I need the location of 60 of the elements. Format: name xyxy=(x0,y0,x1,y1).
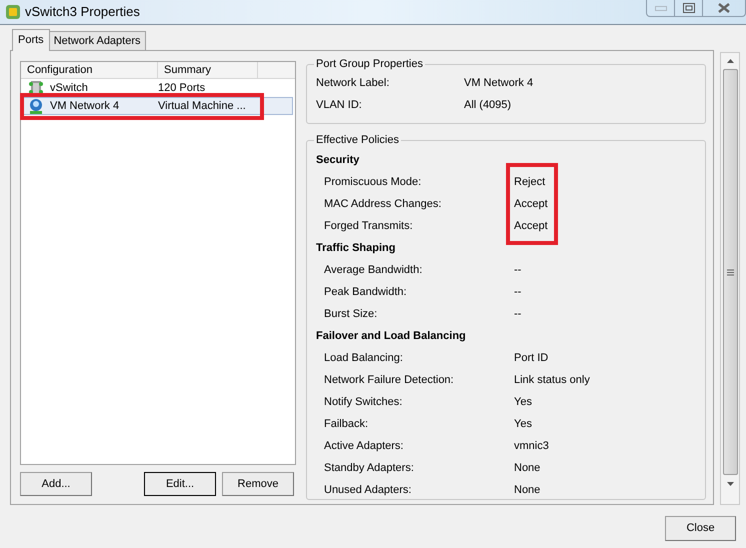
scroll-down-icon xyxy=(726,482,734,486)
field-value: All (4095) xyxy=(464,98,512,114)
scroll-up-icon xyxy=(726,59,734,63)
tab[interactable]: Network Adapters xyxy=(48,31,146,50)
policy-value: -- xyxy=(514,262,522,278)
policy-value: -- xyxy=(514,284,522,300)
policy-label: Promiscuous Mode: xyxy=(324,174,422,190)
tab[interactable]: Ports xyxy=(12,29,50,51)
cell-text: VM Network 4 xyxy=(50,98,120,114)
button[interactable]: Add... xyxy=(20,472,92,496)
policy-value: Yes xyxy=(514,416,533,432)
scrollbar[interactable] xyxy=(720,52,740,505)
field-label: Network Label: xyxy=(316,76,390,92)
field-value: VM Network 4 xyxy=(464,76,534,92)
policy-label: Burst Size: xyxy=(324,306,378,322)
policy-label: Load Balancing: xyxy=(324,350,404,366)
policy-label: MAC Address Changes: xyxy=(324,196,442,212)
policy-label: Peak Bandwidth: xyxy=(324,284,408,300)
app-icon xyxy=(5,4,21,20)
cell-text: Virtual Machine ... xyxy=(158,98,246,114)
policy-value: Port ID xyxy=(514,350,550,366)
group-title: Effective Policies xyxy=(315,133,400,148)
column-header[interactable]: Summary xyxy=(158,62,258,78)
network-icon xyxy=(28,98,44,114)
policy-label: Unused Adapters: xyxy=(324,482,412,498)
policy-value: -- xyxy=(514,306,522,322)
policy-value: vmnic3 xyxy=(514,438,550,454)
policy-value: Link status only xyxy=(514,372,590,388)
policy-label: Active Adapters: xyxy=(324,438,404,454)
cell-text: 120 Ports xyxy=(158,80,206,96)
list-row[interactable]: VM Network 4 Virtual Machine ... xyxy=(23,97,293,115)
policy-value: Reject xyxy=(514,174,546,190)
list-row[interactable]: vSwitch 120 Ports xyxy=(23,79,293,97)
policy-value: None xyxy=(514,482,542,498)
cell-text: vSwitch xyxy=(50,80,89,96)
policy-label: Network Failure Detection: xyxy=(324,372,455,388)
maximize-icon xyxy=(682,3,694,13)
policy-value: None xyxy=(514,460,542,476)
group-title: Port Group Properties xyxy=(315,57,424,72)
close-icon xyxy=(718,3,730,13)
policy-label: Forged Transmits: xyxy=(324,218,414,234)
section-heading: Security xyxy=(316,152,360,168)
section-heading: Traffic Shaping xyxy=(316,240,396,256)
close-button[interactable]: Close xyxy=(665,516,736,541)
minimize-icon xyxy=(654,6,666,10)
button[interactable]: Edit... xyxy=(144,472,216,496)
policy-value: Yes xyxy=(514,394,533,410)
field-label: VLAN ID: xyxy=(316,98,363,114)
policy-value: Accept xyxy=(514,196,548,212)
policy-label: Notify Switches: xyxy=(324,394,404,410)
button[interactable]: Remove xyxy=(222,472,294,496)
column-header[interactable]: Configuration xyxy=(21,62,158,78)
scroll-thumb[interactable] xyxy=(722,69,738,475)
policy-value: Accept xyxy=(514,218,548,234)
window-title: vSwitch3 Properties xyxy=(25,3,140,22)
section-heading: Failover and Load Balancing xyxy=(316,328,467,344)
policy-label: Average Bandwidth: xyxy=(324,262,424,278)
policy-label: Standby Adapters: xyxy=(324,460,415,476)
policy-label: Failback: xyxy=(324,416,370,432)
grip-icon xyxy=(726,268,734,276)
